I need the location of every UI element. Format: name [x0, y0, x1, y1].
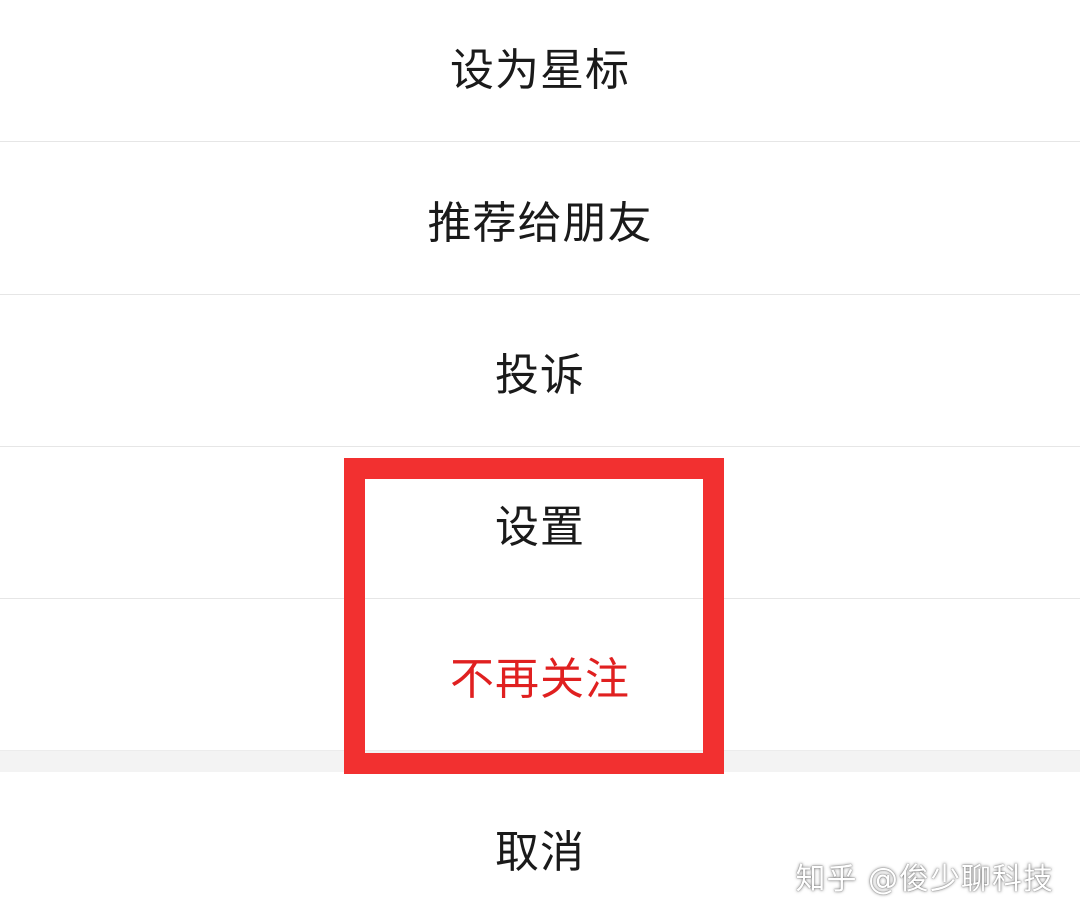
complaint-button[interactable]: 投诉	[0, 295, 1080, 447]
recommend-to-friend-button[interactable]: 推荐给朋友	[0, 143, 1080, 295]
settings-button[interactable]: 设置	[0, 447, 1080, 599]
unfollow-label: 不再关注	[450, 654, 630, 705]
settings-label: 设置	[495, 501, 585, 553]
watermark-text: 知乎 @俊少聊科技	[795, 862, 1054, 897]
set-star-button[interactable]: 设为星标	[0, 0, 1080, 142]
complaint-label: 投诉	[495, 349, 585, 401]
cancel-label: 取消	[495, 827, 585, 878]
section-separator	[0, 750, 1080, 773]
set-star-label: 设为星标	[450, 44, 630, 96]
recommend-to-friend-label: 推荐给朋友	[427, 197, 653, 249]
action-sheet: 设为星标 推荐给朋友 投诉 设置 不再关注 取消	[0, 0, 1080, 924]
unfollow-button[interactable]: 不再关注	[0, 599, 1080, 751]
cancel-button[interactable]: 取消	[0, 772, 1080, 924]
